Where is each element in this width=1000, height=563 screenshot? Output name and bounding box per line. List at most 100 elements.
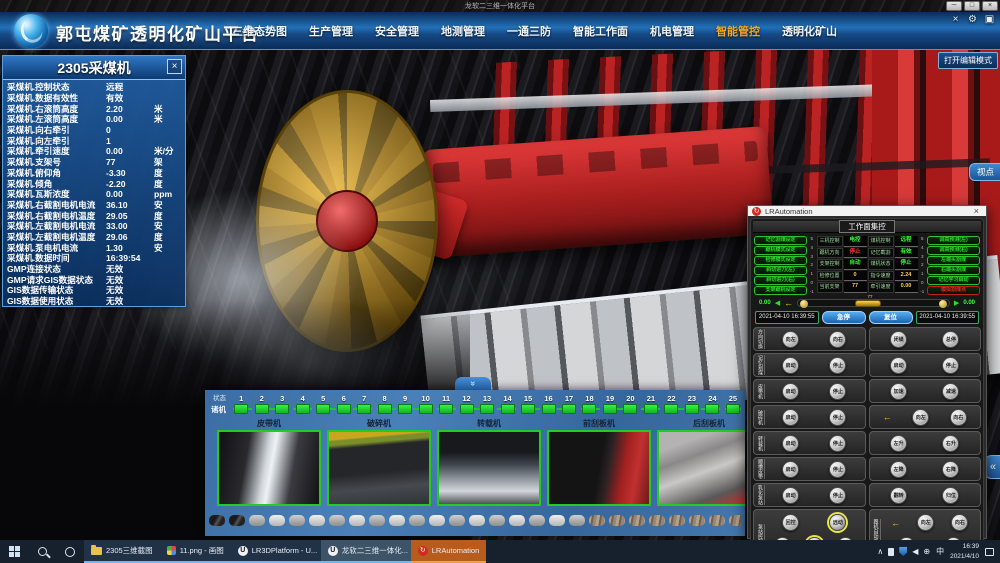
- nav-item[interactable]: 安全管理: [375, 23, 419, 39]
- taskbar-item[interactable]: 2305三维截图: [84, 540, 160, 563]
- volume-icon[interactable]: ◀: [912, 547, 918, 556]
- control-button[interactable]: 启动: [782, 461, 799, 478]
- filmstrip-frame[interactable]: [669, 515, 685, 526]
- mode-button[interactable]: 记忆学习启动: [927, 276, 980, 285]
- filmstrip-frame[interactable]: [629, 515, 645, 526]
- filmstrip-frame[interactable]: [729, 515, 741, 526]
- taskbar-item[interactable]: ↻LRAutomation: [411, 540, 487, 563]
- taskbar-item[interactable]: ULR3DPlatform - U...: [231, 540, 321, 563]
- start-button[interactable]: [0, 540, 28, 563]
- control-button[interactable]: 减速: [942, 383, 959, 400]
- camera-feed[interactable]: [217, 430, 321, 506]
- control-button[interactable]: 停止: [942, 357, 959, 374]
- control-button[interactable]: 向右: [951, 514, 968, 531]
- filmstrip-frame[interactable]: [289, 515, 305, 526]
- control-button[interactable]: 停止: [829, 487, 846, 504]
- control-button[interactable]: 回控: [782, 514, 799, 531]
- filmstrip-frame[interactable]: [469, 515, 485, 526]
- action-center-icon[interactable]: [985, 548, 994, 556]
- window-titlebar[interactable]: 龙软二三维一体化平台 ─ □ ×: [0, 0, 1000, 12]
- camera-feed[interactable]: [547, 430, 651, 506]
- control-button[interactable]: 总停: [942, 331, 959, 348]
- filmstrip-frame[interactable]: [569, 515, 585, 526]
- control-button[interactable]: 启动: [782, 487, 799, 504]
- control-button[interactable]: 远动: [829, 514, 846, 531]
- filmstrip-frame[interactable]: [309, 515, 325, 526]
- filmstrip-frame[interactable]: [609, 515, 625, 526]
- filmstrip-frame[interactable]: [409, 515, 425, 526]
- simulate-cut-button[interactable]: 模拟割煤点: [927, 286, 980, 295]
- mode-button[interactable]: 跟机模式设定: [754, 246, 807, 255]
- nav-item[interactable]: 智能管控: [716, 23, 760, 39]
- control-button[interactable]: 启动: [890, 357, 907, 374]
- filmstrip-frame[interactable]: [509, 515, 525, 526]
- cortana-button[interactable]: [56, 540, 84, 563]
- camera-feed[interactable]: [327, 430, 431, 506]
- mode-button[interactable]: 左端头割煤: [927, 256, 980, 265]
- filmstrip-frame[interactable]: [329, 515, 345, 526]
- collapse-panel-button[interactable]: «: [985, 455, 1000, 479]
- usb-icon[interactable]: [888, 548, 894, 556]
- open-edit-mode-button[interactable]: 打开编辑模式: [938, 52, 998, 69]
- control-button[interactable]: 停止: [829, 435, 846, 452]
- filmstrip-frame[interactable]: [589, 515, 605, 526]
- nav-item[interactable]: 机电管理: [650, 23, 694, 39]
- mode-button[interactable]: 检修模式设定: [754, 256, 807, 265]
- close-button[interactable]: ×: [982, 1, 998, 11]
- control-button[interactable]: 向左: [917, 514, 934, 531]
- gear-icon[interactable]: ⚙: [966, 14, 979, 25]
- filmstrip-frame[interactable]: [349, 515, 365, 526]
- nav-item[interactable]: 生产管理: [309, 23, 353, 39]
- control-button[interactable]: 右降: [942, 461, 959, 478]
- mode-button[interactable]: 支架跟机设定: [754, 286, 807, 295]
- tools-icon[interactable]: ×: [949, 14, 962, 25]
- network-icon[interactable]: ⊕: [923, 547, 930, 556]
- camera-feed[interactable]: [437, 430, 541, 506]
- panel-close-icon[interactable]: ×: [167, 59, 182, 74]
- camera-feed[interactable]: [657, 430, 745, 506]
- filmstrip-frame[interactable]: [649, 515, 665, 526]
- control-button[interactable]: 加速: [890, 383, 907, 400]
- filmstrip-frame[interactable]: [549, 515, 565, 526]
- taskbar-item[interactable]: 11.png - 画图: [160, 540, 231, 563]
- control-button[interactable]: 停止: [829, 461, 846, 478]
- filmstrip-frame[interactable]: [269, 515, 285, 526]
- filmstrip-frame[interactable]: [689, 515, 705, 526]
- control-button[interactable]: 向左: [912, 409, 929, 426]
- mode-button[interactable]: 调高预测(右): [927, 246, 980, 255]
- control-button[interactable]: 停止: [829, 383, 846, 400]
- filmstrip-frame[interactable]: [429, 515, 445, 526]
- filmstrip-frame[interactable]: [489, 515, 505, 526]
- control-button[interactable]: 启动: [782, 357, 799, 374]
- emergency-stop-button[interactable]: 急停: [822, 311, 866, 324]
- mode-button[interactable]: 记忆割煤设定: [754, 236, 807, 245]
- nav-item[interactable]: 地测管理: [441, 23, 485, 39]
- filmstrip-frame[interactable]: [249, 515, 265, 526]
- lrautomation-close-icon[interactable]: ×: [971, 206, 982, 216]
- control-button[interactable]: 向左: [782, 331, 799, 348]
- maximize-button[interactable]: □: [964, 1, 980, 11]
- reset-button[interactable]: 复位: [869, 311, 913, 324]
- filmstrip-frame[interactable]: [389, 515, 405, 526]
- chevron-up-icon[interactable]: ∧: [877, 547, 883, 556]
- filmstrip-frame[interactable]: [209, 515, 225, 526]
- filmstrip-frame[interactable]: [529, 515, 545, 526]
- viewpoint-tab[interactable]: 视点: [969, 163, 1000, 181]
- taskbar-item[interactable]: U龙软二三维一体化...: [321, 540, 411, 563]
- filmstrip-frame[interactable]: [369, 515, 385, 526]
- control-button[interactable]: 启动: [782, 383, 799, 400]
- lrautomation-titlebar[interactable]: ↻ LRAutomation ×: [748, 206, 986, 216]
- control-button[interactable]: 向右: [829, 331, 846, 348]
- search-button[interactable]: [28, 540, 56, 563]
- restore-icon[interactable]: ▣: [983, 14, 996, 25]
- clock[interactable]: 16:39 2021/4/10: [950, 542, 979, 560]
- control-button[interactable]: 启动: [782, 435, 799, 452]
- minimize-button[interactable]: ─: [946, 1, 962, 11]
- control-button[interactable]: 翻转: [890, 487, 907, 504]
- ime-indicator[interactable]: 中: [936, 546, 944, 557]
- control-button[interactable]: 左降: [890, 461, 907, 478]
- nav-item[interactable]: 一通三防: [507, 23, 551, 39]
- filmstrip-frame[interactable]: [709, 515, 725, 526]
- defender-shield-icon[interactable]: [899, 547, 907, 556]
- filmstrip-frame[interactable]: [449, 515, 465, 526]
